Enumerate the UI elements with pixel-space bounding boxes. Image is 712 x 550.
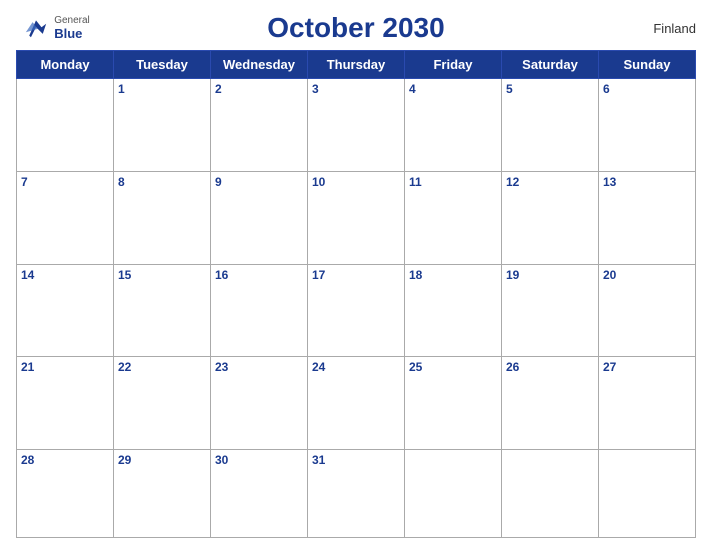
calendar-cell: 11 [405,171,502,264]
week-row-3: 14 15 16 17 18 19 20 [17,264,696,357]
week-row-1: 123456 [17,79,696,172]
calendar-cell: 4 [405,79,502,172]
calendar-cell: 24 [308,357,405,450]
calendar-cell: 20 [599,264,696,357]
calendar-cell: 15 [114,264,211,357]
calendar-cell: 21 [17,357,114,450]
calendar-page: General Blue October 2030 Finland Monday… [0,0,712,550]
calendar-cell [599,450,696,538]
day-number: 6 [603,82,691,96]
country-label: Finland [616,21,696,36]
weekday-header-row: Monday Tuesday Wednesday Thursday Friday… [17,51,696,79]
col-wednesday: Wednesday [211,51,308,79]
calendar-cell: 30 [211,450,308,538]
day-number: 16 [215,268,303,282]
day-number: 14 [21,268,109,282]
calendar-cell [502,450,599,538]
day-number: 1 [118,82,206,96]
week-row-4: 21 22 23 24 25 26 27 [17,357,696,450]
calendar-cell: 28 [17,450,114,538]
day-number: 10 [312,175,400,189]
calendar-cell: 29 [114,450,211,538]
calendar-cell [405,450,502,538]
day-number: 30 [215,453,303,467]
calendar-cell: 3 [308,79,405,172]
calendar-cell: 16 [211,264,308,357]
calendar-cell: 13 [599,171,696,264]
day-number: 20 [603,268,691,282]
calendar-cell: 1 [114,79,211,172]
day-number: 7 [21,175,109,189]
day-number: 26 [506,360,594,374]
calendar-body: 1234567891011121314151617181920212223242… [17,79,696,538]
day-number: 9 [215,175,303,189]
day-number: 21 [21,360,109,374]
calendar-cell: 26 [502,357,599,450]
col-thursday: Thursday [308,51,405,79]
calendar-cell [17,79,114,172]
calendar-cell: 8 [114,171,211,264]
day-number: 17 [312,268,400,282]
col-saturday: Saturday [502,51,599,79]
col-friday: Friday [405,51,502,79]
calendar-title: October 2030 [96,12,616,44]
day-number: 3 [312,82,400,96]
day-number: 28 [21,453,109,467]
col-tuesday: Tuesday [114,51,211,79]
calendar-cell: 5 [502,79,599,172]
day-number: 22 [118,360,206,374]
calendar-cell: 12 [502,171,599,264]
day-number: 29 [118,453,206,467]
day-number: 13 [603,175,691,189]
calendar-cell: 27 [599,357,696,450]
day-number: 25 [409,360,497,374]
day-number: 8 [118,175,206,189]
col-sunday: Sunday [599,51,696,79]
logo-general: General [54,15,90,26]
calendar-cell: 10 [308,171,405,264]
day-number: 15 [118,268,206,282]
week-row-2: 789 10 11 12 13 [17,171,696,264]
calendar-cell: 22 [114,357,211,450]
day-number: 19 [506,268,594,282]
day-number: 18 [409,268,497,282]
calendar-table: Monday Tuesday Wednesday Thursday Friday… [16,50,696,538]
calendar-cell: 17 [308,264,405,357]
week-row-5: 28 29 30 31 [17,450,696,538]
day-number: 27 [603,360,691,374]
logo-blue: Blue [54,26,90,41]
calendar-cell: 25 [405,357,502,450]
day-number: 31 [312,453,400,467]
calendar-cell: 18 [405,264,502,357]
col-monday: Monday [17,51,114,79]
calendar-cell: 7 [17,171,114,264]
logo-bird-icon [22,17,50,39]
calendar-cell: 9 [211,171,308,264]
calendar-cell: 23 [211,357,308,450]
day-number: 12 [506,175,594,189]
calendar-cell: 2 [211,79,308,172]
day-number: 11 [409,175,497,189]
day-number: 5 [506,82,594,96]
day-number: 2 [215,82,303,96]
calendar-cell: 31 [308,450,405,538]
calendar-cell: 14 [17,264,114,357]
day-number: 23 [215,360,303,374]
day-number: 24 [312,360,400,374]
header: General Blue October 2030 Finland [16,12,696,44]
calendar-cell: 6 [599,79,696,172]
logo: General Blue [16,15,96,41]
day-number: 4 [409,82,497,96]
calendar-cell: 19 [502,264,599,357]
